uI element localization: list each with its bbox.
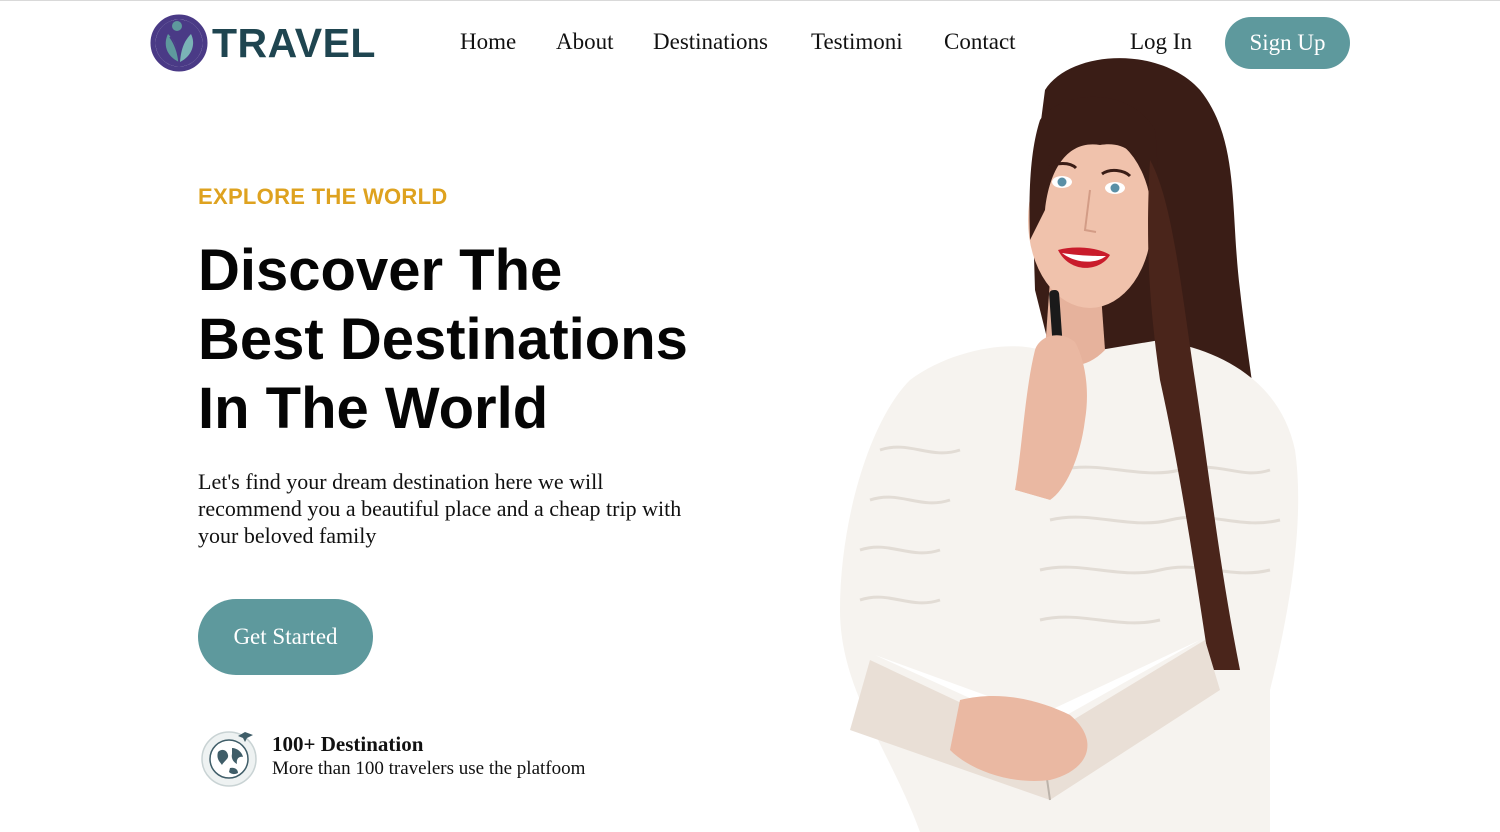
leaf-person-logo-icon: [150, 14, 208, 72]
hero-headline: Discover The Best Destinations In The Wo…: [198, 236, 688, 443]
nav-item-home[interactable]: Home: [460, 28, 516, 56]
brand-name: TRAVEL: [212, 20, 376, 66]
nav-item-about[interactable]: About: [556, 28, 614, 56]
stat-title: 100+ Destination: [272, 732, 424, 756]
woman-with-notebook-image: [840, 58, 1299, 832]
top-border: [0, 0, 1500, 1]
hero-description: Let's find your dream destination here w…: [198, 469, 682, 548]
destination-stat: 100+ Destination More than 100 travelers…: [198, 726, 585, 788]
stat-subtitle: More than 100 travelers use the platfoom: [272, 758, 586, 779]
globe-plane-icon: [201, 731, 257, 787]
hero-eyebrow: EXPLORE THE WORLD: [198, 184, 448, 209]
nav-item-destinations[interactable]: Destinations: [653, 28, 768, 56]
headline-line-3: In The World: [198, 376, 549, 441]
headline-line-2: Best Destinations: [198, 307, 688, 372]
get-started-button[interactable]: Get Started: [198, 599, 373, 675]
headline-line-1: Discover The: [198, 238, 563, 303]
brand-logo[interactable]: TRAVEL: [150, 14, 376, 72]
stat-text: 100+ Destination More than 100 travelers…: [272, 732, 585, 782]
